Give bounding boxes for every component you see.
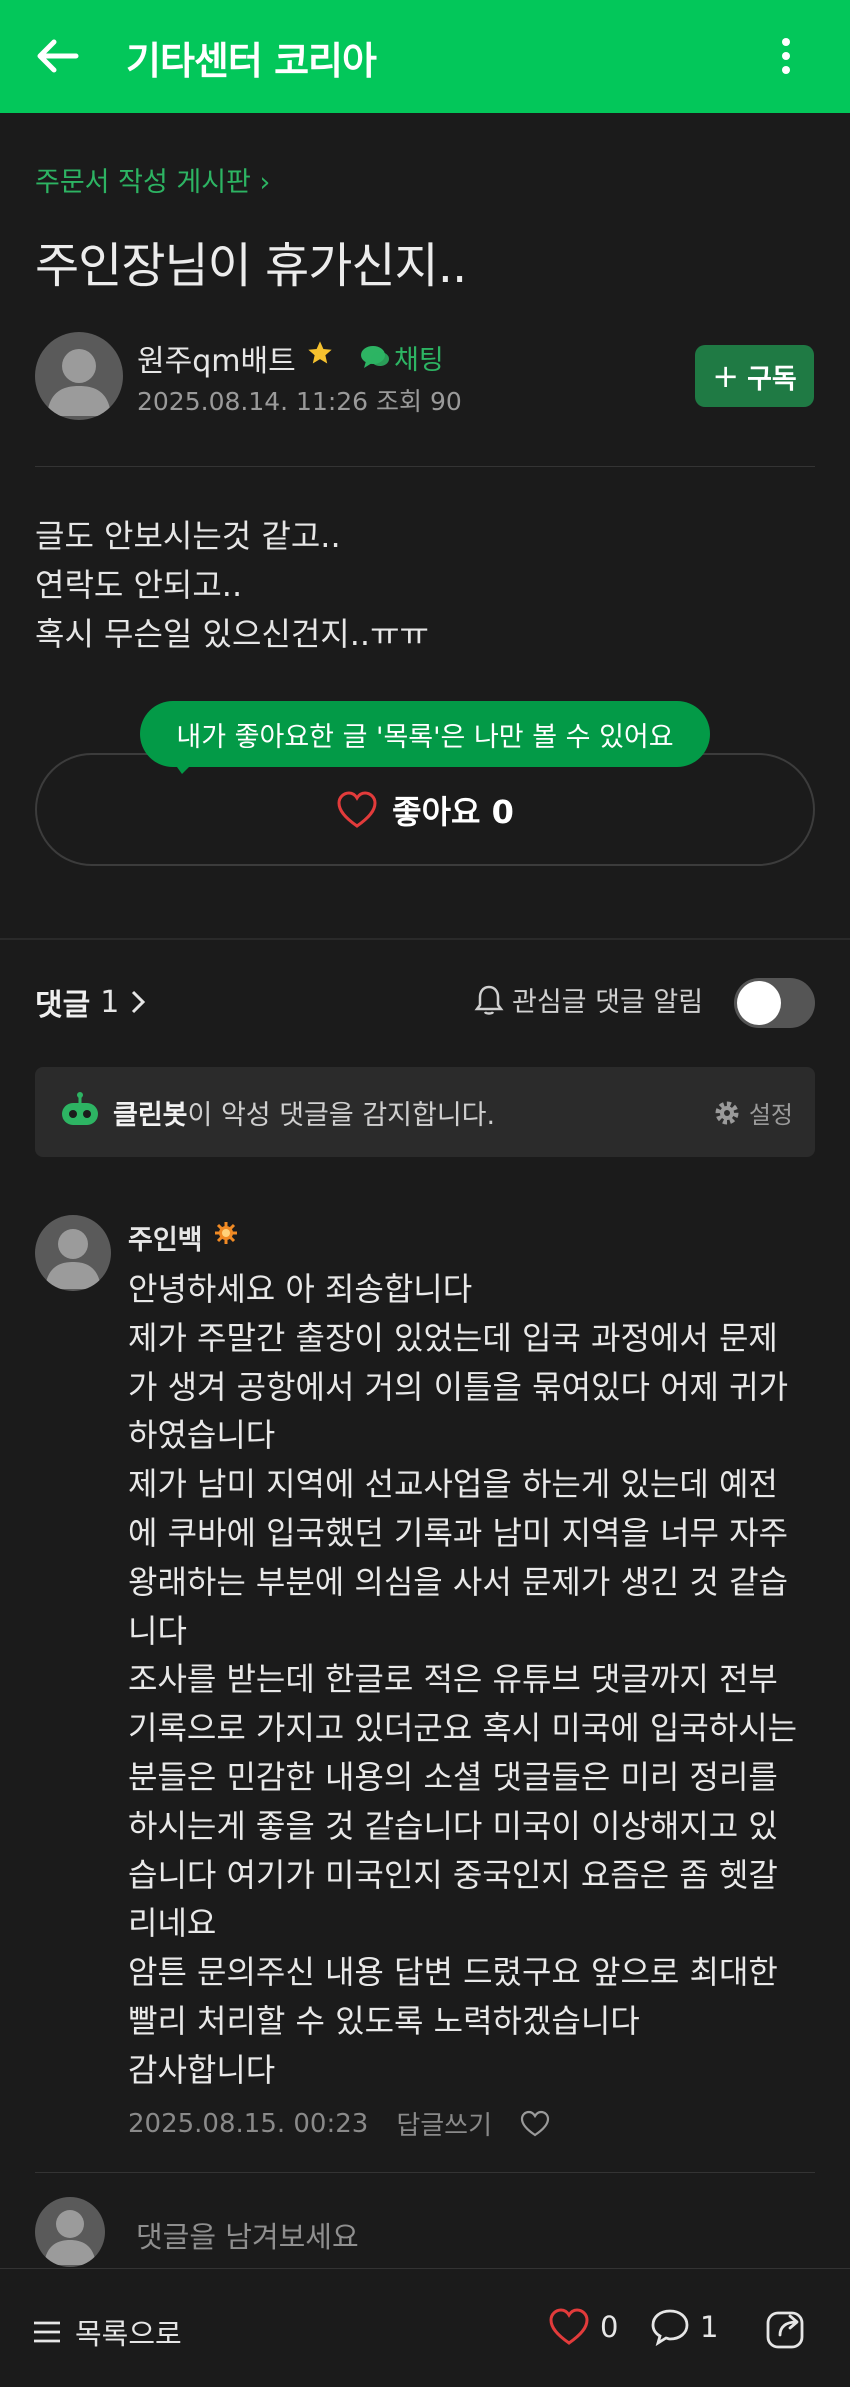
top-app-bar: 기타센터 코리아 (0, 0, 850, 113)
comment-line: 기록으로 가지고 있더군요 혹시 미국에 입국하시는 (128, 1709, 798, 1748)
chat-label: 채팅 (394, 345, 444, 376)
like-label: 좋아요 0 (392, 792, 514, 831)
chat-link[interactable]: 채팅 (360, 338, 444, 377)
comment-count: 1 (700, 2310, 719, 2344)
like-button[interactable]: 좋아요 0 (35, 753, 815, 866)
comment-bubble-icon (651, 2309, 689, 2347)
commenter-name[interactable]: 주인백 (128, 1218, 203, 1257)
star-icon (308, 341, 332, 364)
divider (35, 466, 815, 467)
reply-button[interactable]: 답글쓰기 (396, 2105, 492, 2142)
subscribe-label: 구독 (747, 363, 797, 395)
comment-line: 암튼 문의주신 내용 답변 드렸구요 앞으로 최대한 (128, 1953, 778, 1992)
comment-line: 하시는게 좋을 것 같습니다 미국이 이상해지고 있 (128, 1806, 778, 1845)
gear-icon (715, 1101, 739, 1124)
default-avatar-icon (47, 349, 111, 416)
cleanbot-settings-button[interactable]: 설정 (713, 1095, 793, 1130)
comment-input[interactable]: 댓글을 남겨보세요 (136, 2214, 359, 2256)
comment-body: 안녕하세요 아 죄송합니다 제가 주말간 출장이 있었는데 입국 과정에서 문제… (128, 1265, 818, 2095)
post-date: 2025.08.14. 11:26 (137, 387, 369, 416)
heart-outline-icon (549, 2308, 589, 2345)
section-separator (0, 938, 850, 940)
chevron-right-icon (132, 990, 146, 1014)
comments-header[interactable]: 댓글 1 (35, 980, 147, 1024)
tooltip-tail (172, 760, 196, 774)
bottom-comment-button[interactable]: 1 (650, 2307, 718, 2347)
cleanbot-text: 이 악성 댓글을 감지합니다. (187, 1099, 496, 1131)
comment-line: 분들은 민감한 내용의 소셜 댓글들은 미리 정리를 (128, 1757, 778, 1796)
bell-icon (474, 985, 504, 1015)
comments-label: 댓글 (35, 988, 91, 1023)
toggle-knob (737, 981, 781, 1025)
comment-line: 제가 주말간 출장이 있었는데 입국 과정에서 문제 (128, 1318, 778, 1357)
robot-icon (62, 1092, 98, 1125)
bottom-bar: 목록으로 0 1 (0, 2268, 850, 2387)
back-to-list-button[interactable]: 목록으로 (33, 2311, 182, 2353)
like-tooltip[interactable]: 내가 좋아요한 글 '목록'은 나만 볼 수 있어요 (140, 701, 710, 767)
comment-line: 감사합니다 (128, 2050, 276, 2089)
menu-icon (34, 2321, 60, 2343)
comment-meta: 2025.08.15. 00:23 답글쓰기 (128, 2105, 550, 2142)
bottom-like-button[interactable]: 0 (548, 2307, 618, 2347)
settings-label: 설정 (748, 1101, 793, 1129)
comment-date: 2025.08.15. 00:23 (128, 2108, 369, 2139)
share-icon[interactable] (764, 2305, 810, 2351)
more-vertical-icon[interactable] (768, 28, 804, 84)
post-title: 주인장님이 휴가신지.. (35, 238, 467, 294)
post-meta: 2025.08.14. 11:26 조회 90 (137, 382, 462, 418)
default-avatar-icon (45, 1229, 101, 1289)
subscribe-button[interactable]: + 구독 (695, 345, 814, 407)
comment-line: 니다 (128, 1611, 187, 1650)
commenter-avatar[interactable] (35, 1215, 111, 1291)
back-arrow-icon[interactable] (30, 28, 86, 84)
my-avatar (35, 2197, 105, 2267)
cleanbot-name: 클린봇 (113, 1099, 188, 1131)
post-body: 글도 안보시는것 같고.. 연락도 안되고.. 혹시 무슨일 있으신건지..ㅠㅠ (35, 512, 429, 659)
comment-line: 에 쿠바에 입국했던 기록과 남미 지역을 너무 자주 (128, 1513, 789, 1552)
manager-badge-icon (215, 1222, 237, 1244)
comment-line: 왕래하는 부분에 의심을 사서 문제가 생긴 것 같습 (128, 1562, 789, 1601)
comment-line: 리네요 (128, 1904, 217, 1943)
comment-heart-icon[interactable] (520, 2110, 550, 2138)
post-body-line: 혹시 무슨일 있으신건지..ㅠㅠ (35, 615, 429, 653)
comment-line: 하였습니다 (128, 1416, 276, 1455)
plus-icon: + (712, 357, 740, 395)
post-views: 조회 90 (376, 387, 462, 416)
comment-line: 빨리 처리할 수 있도록 노력하겠습니다 (128, 2001, 640, 2040)
like-count: 0 (600, 2310, 619, 2344)
comment-line: 습니다 여기가 미국인지 중국인지 요즘은 좀 헷갈 (128, 1855, 778, 1894)
list-label: 목록으로 (75, 2317, 182, 2351)
post-body-line: 연락도 안되고.. (35, 566, 243, 604)
notify-label: 관심글 댓글 알림 (512, 987, 704, 1018)
comment-line: 안녕하세요 아 죄송합니다 (128, 1270, 473, 1308)
author-avatar[interactable] (35, 332, 123, 420)
comment-line: 조사를 받는데 한글로 적은 유튜브 댓글까지 전부 (128, 1660, 778, 1699)
post-body-line: 글도 안보시는것 같고.. (35, 517, 341, 555)
board-name: 주문서 작성 게시판 (35, 167, 251, 198)
comment-line: 가 생겨 공항에서 거의 이틀을 묶여있다 어제 귀가 (128, 1367, 789, 1406)
divider (35, 2172, 815, 2173)
chat-bubble-icon (361, 345, 389, 368)
comment-line: 제가 남미 지역에 선교사업을 하는게 있는데 예전 (128, 1465, 778, 1504)
comment-notify: 관심글 댓글 알림 (474, 980, 703, 1019)
comments-count: 1 (100, 984, 120, 1020)
default-avatar-icon (44, 2210, 96, 2265)
cleanbot-banner: 클린봇 이 악성 댓글을 감지합니다. 설정 (35, 1067, 815, 1157)
chevron-right-icon: › (259, 167, 271, 198)
author-name[interactable]: 원주qm배트 (137, 336, 296, 380)
notify-toggle[interactable] (734, 978, 815, 1028)
cafe-title[interactable]: 기타센터 코리아 (126, 30, 377, 85)
heart-outline-icon (337, 790, 377, 828)
board-link[interactable]: 주문서 작성 게시판 › (35, 160, 270, 199)
